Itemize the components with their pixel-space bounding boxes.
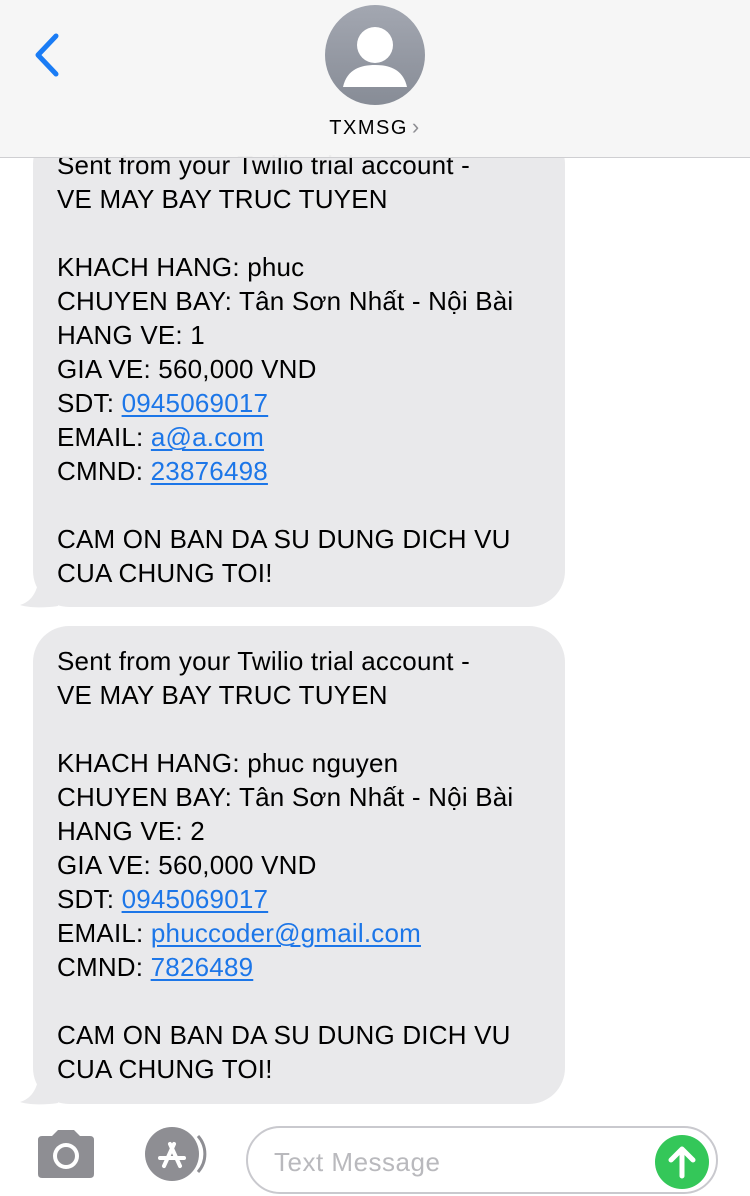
message-input[interactable]: Text Message xyxy=(246,1126,718,1194)
detected-link[interactable]: 23876498 xyxy=(151,456,268,486)
app-store-icon[interactable] xyxy=(140,1124,212,1184)
message-line: HANG VE: 2 xyxy=(57,816,205,846)
detected-link[interactable]: 0945069017 xyxy=(122,884,269,914)
arrow-up-icon xyxy=(668,1146,696,1179)
message-line: CUA CHUNG TOI! xyxy=(57,1054,273,1084)
message-line: KHACH HANG: phuc nguyen xyxy=(57,748,399,778)
message-line: EMAIL: a@a.com xyxy=(57,420,557,454)
field-label: SDT: xyxy=(57,388,122,418)
message-line: VE MAY BAY TRUC TUYEN xyxy=(57,680,388,710)
message-line: EMAIL: phuccoder@gmail.com xyxy=(57,916,557,950)
person-icon xyxy=(343,27,407,87)
bubble-tail-2 xyxy=(20,1069,58,1105)
message-line: GIA VE: 560,000 VND xyxy=(57,850,317,880)
message-text-1: Sent from your Twilio trial account - VE … xyxy=(57,148,557,590)
message-line: CMND: 23876498 xyxy=(57,454,557,488)
message-line: SDT: 0945069017 xyxy=(57,882,557,916)
detected-link[interactable]: a@a.com xyxy=(151,422,264,452)
field-label: EMAIL: xyxy=(57,422,151,452)
composer-bar: Text Message xyxy=(0,1118,750,1196)
message-line: VE MAY BAY TRUC TUYEN xyxy=(57,184,388,214)
message-line: GIA VE: 560,000 VND xyxy=(57,354,317,384)
message-bubble-2[interactable]: Sent from your Twilio trial account - VE … xyxy=(33,626,565,1104)
conversation-header: TXMSG › xyxy=(0,0,750,158)
message-list[interactable]: Sent from your Twilio trial account - VE … xyxy=(0,0,750,1118)
detected-link[interactable]: phuccoder@gmail.com xyxy=(151,918,421,948)
message-line: Sent from your Twilio trial account - xyxy=(57,646,470,676)
detected-link[interactable]: 0945069017 xyxy=(122,388,269,418)
message-line: CHUYEN BAY: Tân Sơn Nhất - Nội Bài xyxy=(57,286,514,316)
contact-name[interactable]: TXMSG › xyxy=(0,114,750,140)
message-line: SDT: 0945069017 xyxy=(57,386,557,420)
message-bubble-1[interactable]: Sent from your Twilio trial account - VE … xyxy=(33,128,565,607)
message-input-placeholder: Text Message xyxy=(274,1147,441,1177)
field-label: SDT: xyxy=(57,884,122,914)
field-label: EMAIL: xyxy=(57,918,151,948)
field-label: CMND: xyxy=(57,952,151,982)
send-button[interactable] xyxy=(655,1135,709,1189)
bubble-tail-1 xyxy=(20,572,58,608)
message-line: HANG VE: 1 xyxy=(57,320,205,350)
message-line: CUA CHUNG TOI! xyxy=(57,558,273,588)
message-line: CHUYEN BAY: Tân Sơn Nhất - Nội Bài xyxy=(57,782,514,812)
chevron-left-icon[interactable] xyxy=(30,30,64,80)
camera-icon[interactable] xyxy=(34,1126,98,1182)
message-line: CAM ON BAN DA SU DUNG DICH VU xyxy=(57,524,511,554)
message-text-2: Sent from your Twilio trial account - VE … xyxy=(57,644,557,1086)
message-line: KHACH HANG: phuc xyxy=(57,252,305,282)
detected-link[interactable]: 7826489 xyxy=(151,952,254,982)
contact-name-text: TXMSG xyxy=(329,117,408,139)
contact-avatar[interactable] xyxy=(325,5,425,105)
message-line: CMND: 7826489 xyxy=(57,950,557,984)
chevron-right-icon: › xyxy=(411,114,421,139)
message-line: CAM ON BAN DA SU DUNG DICH VU xyxy=(57,1020,511,1050)
field-label: CMND: xyxy=(57,456,151,486)
